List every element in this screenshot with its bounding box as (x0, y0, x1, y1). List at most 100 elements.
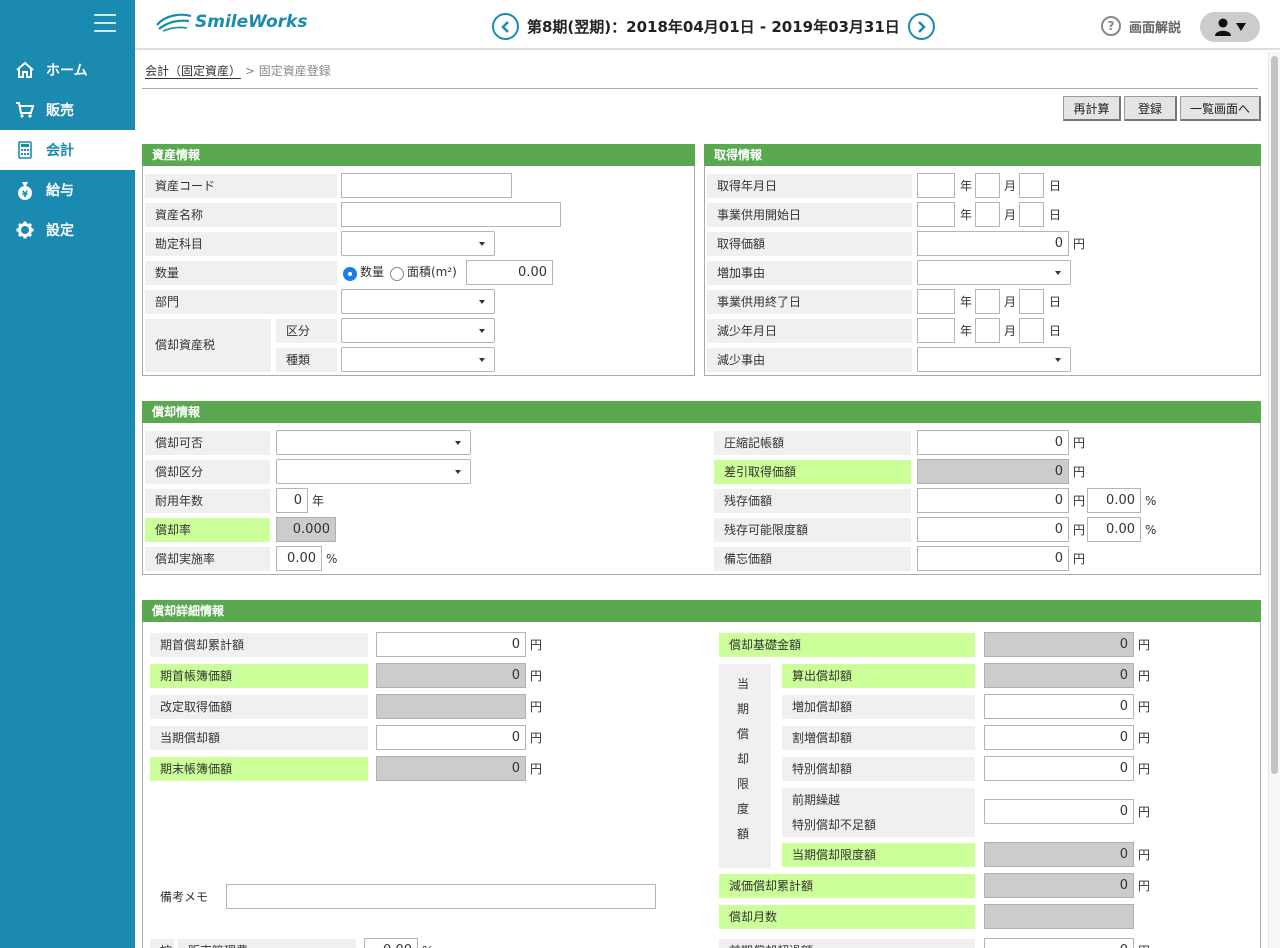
period-nav: 第8期(翌期)：2018年04月01日 - 2019年03月31日 (492, 13, 935, 40)
smileworks-logo-icon (156, 13, 192, 32)
yen-unit: 円 (1138, 848, 1151, 862)
increased-depreciation-input[interactable]: 0 (984, 694, 1134, 719)
compression-entry-input[interactable]: 0 (917, 430, 1069, 455)
acquisition-info-panel: 取得情報 取得年月日 年 月 日 事業供用開始日 年 月 日 取得価額 0 円 … (704, 144, 1261, 376)
percent-unit: % (1145, 494, 1157, 508)
yen-unit: 円 (530, 638, 543, 652)
sidebar-item-accounting[interactable]: 会計 (0, 130, 135, 170)
month-unit: 月 (1004, 324, 1017, 338)
calculated-depreciation-label: 算出償却額 (782, 664, 975, 688)
sga-input[interactable]: 0.00 (364, 938, 418, 948)
sidebar-item-sales[interactable]: 販売 (0, 90, 135, 130)
special-depreciation-input[interactable]: 0 (984, 756, 1134, 781)
menu-icon[interactable] (94, 14, 116, 34)
vertical-scrollbar[interactable] (1268, 52, 1280, 948)
use-end-day-input[interactable] (1019, 289, 1044, 314)
acquisition-date-label: 取得年月日 (707, 174, 912, 198)
tax-category-select[interactable] (341, 318, 495, 343)
use-end-month-input[interactable] (975, 289, 1000, 314)
acquisition-day-input[interactable] (1019, 173, 1044, 198)
caret-down-icon (1236, 23, 1246, 31)
current-limit-label: 当期償却限度額 (782, 843, 975, 867)
useful-life-input[interactable]: 0 (276, 488, 308, 513)
decrease-year-input[interactable] (917, 318, 955, 343)
memorandum-price-input[interactable]: 0 (917, 546, 1069, 571)
yen-unit: 円 (1138, 669, 1151, 683)
prev-period-button[interactable] (492, 13, 519, 40)
vertical-char: 償 (736, 727, 749, 741)
scrollbar-thumb[interactable] (1271, 56, 1278, 774)
quantity-radio[interactable] (343, 267, 357, 281)
use-start-month-input[interactable] (975, 202, 1000, 227)
carryover-shortfall-input[interactable]: 0 (984, 799, 1134, 824)
next-period-button[interactable] (907, 13, 935, 40)
acquisition-year-input[interactable] (917, 173, 955, 198)
panel-title: 取得情報 (704, 144, 1261, 166)
decrease-day-input[interactable] (1019, 318, 1044, 343)
day-unit: 日 (1049, 295, 1062, 309)
user-menu-button[interactable] (1200, 12, 1260, 42)
yen-unit: 円 (530, 762, 543, 776)
use-end-year-input[interactable] (917, 289, 955, 314)
yen-unit: 円 (1138, 939, 1150, 948)
net-acquisition-price-label: 差引取得価額 (714, 460, 911, 484)
asset-code-input[interactable] (341, 173, 512, 198)
use-start-year-input[interactable] (917, 202, 955, 227)
account-label: 勘定科目 (145, 232, 337, 256)
month-unit: 月 (1004, 295, 1017, 309)
use-start-day-input[interactable] (1019, 202, 1044, 227)
residual-percent-input[interactable]: 0.00 (1087, 488, 1141, 513)
logo-text: SmileWorks (195, 12, 308, 32)
tax-kind-select[interactable] (341, 347, 495, 372)
decrease-reason-select[interactable] (917, 347, 1071, 372)
compression-entry-label: 圧縮記帳額 (714, 431, 911, 455)
depreciable-asset-tax-label: 償却資産税 (145, 319, 271, 372)
closing-book-value-label: 期末帳簿価額 (150, 757, 368, 781)
acquisition-month-input[interactable] (975, 173, 1000, 198)
opening-accumulated-input[interactable]: 0 (376, 632, 526, 657)
register-button[interactable]: 登録 (1124, 96, 1177, 121)
help-button[interactable]: ? 画面解説 (1101, 16, 1181, 36)
list-view-button[interactable]: 一覧画面へ (1180, 96, 1261, 121)
asset-name-input[interactable] (341, 202, 561, 227)
acquisition-price-input[interactable]: 0 (917, 231, 1069, 256)
memo-input[interactable] (226, 884, 656, 909)
use-start-date-label: 事業供用開始日 (707, 203, 912, 227)
decrease-month-input[interactable] (975, 318, 1000, 343)
implementation-rate-input[interactable]: 0.00 (276, 546, 322, 571)
residual-limit-input[interactable]: 0 (917, 517, 1069, 542)
vertical-char: 当 (736, 677, 749, 691)
area-radio[interactable] (390, 267, 404, 281)
residual-limit-percent-input[interactable]: 0.00 (1087, 517, 1141, 542)
tax-kind-label: 種類 (276, 348, 337, 372)
depreciation-detail-panel: 償却詳細情報 期首償却累計額 0 円 期首帳簿価額 0 円 改定取得価額 円 当… (142, 600, 1261, 948)
current-depreciation-input[interactable]: 0 (376, 725, 526, 750)
account-select[interactable] (341, 231, 495, 256)
prior-excess-label: 前期償却超過額 (719, 939, 975, 948)
use-end-date-label: 事業供用終了日 (707, 290, 912, 314)
sidebar-item-payroll[interactable]: ¥ 給与 (0, 170, 135, 210)
period-label: 第8期(翌期)：2018年04月01日 - 2019年03月31日 (527, 18, 900, 36)
increase-reason-select[interactable] (917, 260, 1071, 285)
chevron-left-icon (500, 20, 509, 33)
percent-unit: % (1145, 523, 1157, 537)
extra-depreciation-input[interactable]: 0 (984, 725, 1134, 750)
depreciation-allowed-select[interactable] (276, 430, 471, 455)
sidebar-item-settings[interactable]: 設定 (0, 210, 135, 250)
recalculate-button[interactable]: 再計算 (1063, 96, 1121, 121)
breadcrumb-current: 固定資産登録 (258, 64, 331, 78)
logo[interactable]: SmileWorks (155, 11, 307, 33)
quantity-input[interactable]: 0.00 (466, 260, 553, 285)
breadcrumb-link-fixed-assets[interactable]: 会計（固定資産） (145, 64, 242, 79)
prior-excess-input[interactable]: 0 (984, 938, 1134, 948)
depreciation-method-select[interactable] (276, 459, 471, 484)
allocation-label: 按 (150, 939, 174, 948)
residual-value-input[interactable]: 0 (917, 488, 1069, 513)
month-unit: 月 (1004, 208, 1017, 222)
residual-limit-label: 残存可能限度額 (714, 518, 911, 542)
question-icon: ? (1101, 16, 1121, 36)
yen-unit: 円 (1138, 700, 1151, 714)
month-unit: 月 (1004, 179, 1017, 193)
department-select[interactable] (341, 289, 495, 314)
sidebar-item-home[interactable]: ホーム (0, 50, 135, 90)
